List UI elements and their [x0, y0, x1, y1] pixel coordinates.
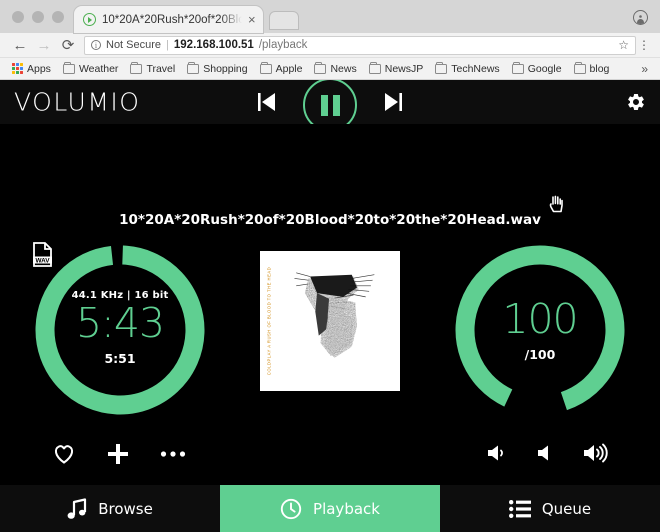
- bookmarks-overflow-button[interactable]: »: [641, 62, 654, 76]
- next-track-button[interactable]: [383, 91, 403, 113]
- bookmark-newsjp[interactable]: NewsJP: [363, 61, 430, 75]
- track-title: 10*20A*20Rush*20of*20Blood*20to*20the*20…: [119, 212, 541, 228]
- apps-grid-icon: [12, 63, 23, 74]
- security-status-label: Not Secure: [106, 39, 162, 51]
- more-options-ellipsis-icon[interactable]: [160, 450, 186, 458]
- bookmark-label: Google: [527, 62, 562, 75]
- previous-track-button[interactable]: [257, 91, 277, 113]
- browser-tab[interactable]: 10*20A*20Rush*20of*20Blood ×: [74, 6, 263, 33]
- volumio-logo: VOLUMIO: [14, 87, 141, 117]
- favorite-heart-icon[interactable]: [52, 443, 76, 465]
- bookmark-label: blog: [589, 62, 610, 75]
- nav-queue[interactable]: Queue: [440, 485, 660, 532]
- bookmark-technews[interactable]: TechNews: [429, 61, 505, 75]
- back-button[interactable]: ←: [8, 38, 32, 53]
- bookmark-travel[interactable]: Travel: [124, 61, 181, 75]
- bookmark-star-icon[interactable]: ☆: [618, 38, 629, 52]
- folder-icon: [259, 61, 272, 74]
- clock-icon: [280, 498, 302, 520]
- bookmark-apple[interactable]: Apple: [254, 61, 309, 75]
- reload-button[interactable]: ⟳: [56, 38, 80, 53]
- bookmark-google[interactable]: Google: [506, 61, 568, 75]
- folder-icon: [62, 61, 75, 74]
- list-icon: [508, 499, 531, 518]
- bookmark-label: Apple: [275, 62, 303, 75]
- mouse-cursor: [549, 194, 565, 214]
- svg-text:WAV: WAV: [35, 257, 50, 264]
- volume-max-label: /100: [524, 346, 556, 362]
- address-separator: |: [166, 39, 169, 51]
- bookmark-blog[interactable]: blog: [568, 61, 616, 75]
- bookmark-news[interactable]: News: [308, 61, 362, 75]
- folder-icon: [511, 61, 524, 74]
- nav-label: Playback: [313, 499, 380, 518]
- progress-readout: 44.1 KHz | 16 bit 5:43 5:51 WAV: [32, 242, 208, 418]
- address-toolbar: ← → ⟳ i Not Secure | 192.168.100.51 /pla…: [0, 33, 660, 58]
- track-actions: [52, 442, 186, 466]
- forward-button[interactable]: →: [32, 38, 56, 53]
- url-host: 192.168.100.51: [173, 39, 254, 51]
- volume-value: 100: [502, 294, 578, 343]
- folder-icon: [187, 61, 200, 74]
- nav-label: Queue: [541, 499, 592, 518]
- bottom-navigation: Browse Playback Queue: [0, 485, 660, 532]
- playback-stage: 10*20A*20Rush*20of*20Blood*20to*20the*20…: [0, 124, 660, 532]
- play-circle-icon: [83, 13, 96, 26]
- address-bar[interactable]: i Not Secure | 192.168.100.51 /playback …: [84, 35, 636, 55]
- close-window-button[interactable]: [12, 11, 24, 23]
- volumio-app: VOLUMIO 10*20A*20Rush*20of*20Blood*20to*…: [0, 80, 660, 532]
- album-spine-text: COLDPLAY A RUSH OF BLOOD TO THE HEAD: [266, 266, 271, 376]
- bookmark-label: Shopping: [203, 62, 248, 75]
- profile-avatar-icon[interactable]: [633, 10, 648, 25]
- transport-controls: [257, 80, 403, 132]
- volume-actions: [486, 442, 608, 464]
- url-path: /playback: [258, 39, 308, 51]
- volume-dial[interactable]: 100 /100: [452, 242, 628, 418]
- browser-window: 10*20A*20Rush*20of*20Blood × ← → ⟳ i Not…: [0, 0, 660, 532]
- folder-icon: [435, 61, 448, 74]
- site-info-icon[interactable]: i: [91, 40, 101, 50]
- volume-mute-icon[interactable]: [486, 443, 508, 463]
- elapsed-time: 5:43: [75, 299, 165, 347]
- folder-icon: [368, 61, 381, 74]
- bookmark-label: Weather: [78, 62, 119, 75]
- tab-title: 10*20A*20Rush*20of*20Blood: [102, 13, 242, 26]
- bookmark-label: Apps: [27, 62, 51, 75]
- bookmarks-bar: Apps Weather Travel Shopping Apple News …: [0, 58, 660, 80]
- bookmark-weather[interactable]: Weather: [57, 61, 125, 75]
- bookmark-label: Travel: [146, 62, 176, 75]
- album-sleeve: COLDPLAY A RUSH OF BLOOD TO THE HEAD: [260, 251, 400, 391]
- browser-menu-button[interactable]: ⋮: [636, 38, 652, 52]
- album-spine: COLDPLAY A RUSH OF BLOOD TO THE HEAD: [264, 265, 273, 377]
- maximize-window-button[interactable]: [52, 11, 64, 23]
- music-note-icon: [67, 497, 87, 520]
- bookmark-label: NewsJP: [384, 62, 424, 75]
- window-traffic-lights: [0, 11, 74, 33]
- total-duration: 5:51: [104, 351, 136, 366]
- close-tab-button[interactable]: ×: [248, 13, 256, 26]
- tab-strip: 10*20A*20Rush*20of*20Blood ×: [0, 0, 660, 33]
- new-tab-button[interactable]: [268, 11, 299, 30]
- volume-down-icon[interactable]: [535, 443, 555, 463]
- minimize-window-button[interactable]: [32, 11, 44, 23]
- bookmark-label: TechNews: [451, 62, 500, 75]
- volume-readout: 100 /100: [452, 242, 628, 418]
- add-to-playlist-plus-icon[interactable]: [106, 442, 130, 466]
- nav-label: Browse: [98, 499, 153, 518]
- bookmark-label: News: [330, 62, 357, 75]
- nav-browse[interactable]: Browse: [0, 485, 220, 532]
- album-art[interactable]: COLDPLAY A RUSH OF BLOOD TO THE HEAD: [255, 246, 405, 396]
- album-artwork-graphic: [294, 272, 375, 358]
- bookmark-apps[interactable]: Apps: [6, 63, 57, 75]
- settings-gear-icon[interactable]: [626, 92, 646, 112]
- folder-icon: [314, 61, 327, 74]
- folder-icon: [130, 61, 143, 74]
- seek-progress-dial[interactable]: 44.1 KHz | 16 bit 5:43 5:51 WAV: [32, 242, 208, 418]
- bookmark-shopping[interactable]: Shopping: [181, 61, 253, 75]
- pause-icon: [320, 94, 340, 116]
- nav-playback[interactable]: Playback: [220, 485, 440, 532]
- folder-icon: [573, 61, 586, 74]
- volume-up-icon[interactable]: [582, 442, 608, 464]
- app-topbar: VOLUMIO: [0, 80, 660, 132]
